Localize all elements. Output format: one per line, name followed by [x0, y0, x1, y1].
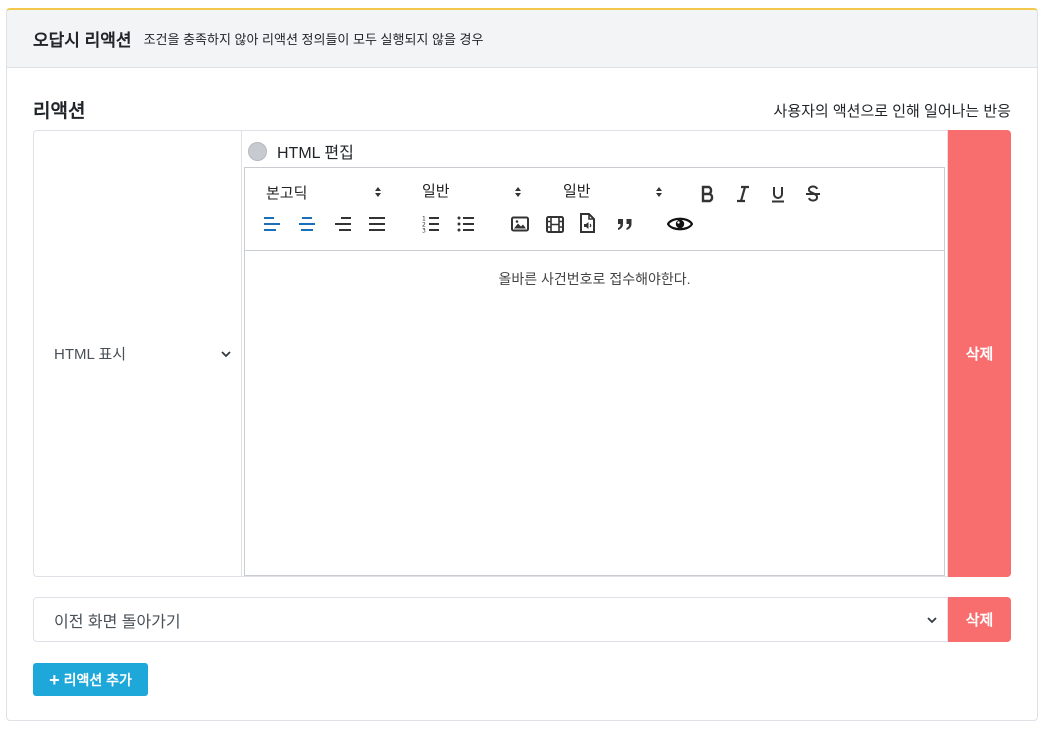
reaction-type-value: 이전 화면 돌아가기 — [54, 613, 181, 631]
underline-icon — [772, 187, 784, 203]
delete-reaction-button-1[interactable]: 삭제 — [948, 130, 1011, 577]
plus-icon: + — [49, 669, 60, 690]
editor-toolbar: 본고딕 일반 일반 1 2 3 — [245, 168, 944, 251]
align-center-icon — [299, 217, 315, 231]
bullet-list-button[interactable] — [455, 213, 477, 235]
insert-video-button[interactable] — [544, 213, 566, 235]
preview-button[interactable] — [667, 213, 693, 235]
insert-image-button[interactable] — [509, 213, 531, 235]
html-editor-column: HTML 편집 본고딕 일반 일반 1 2 3 올바른 사건번호로 접수해야한다… — [241, 130, 948, 577]
chevron-down-icon — [927, 616, 937, 623]
html-edit-toggle[interactable]: HTML 편집 — [248, 139, 354, 163]
font-size-select[interactable]: 일반 — [422, 180, 527, 201]
align-right-button[interactable] — [332, 213, 354, 235]
rich-text-editor: 본고딕 일반 일반 1 2 3 올바른 사건번호로 접수해야한다. — [244, 167, 945, 576]
reaction-row-2: 이전 화면 돌아가기 삭제 — [33, 597, 1011, 642]
quote-icon — [618, 219, 632, 230]
underline-button[interactable] — [767, 183, 789, 205]
italic-button[interactable] — [732, 183, 754, 205]
editor-content-area[interactable]: 올바른 사건번호로 접수해야한다. — [245, 251, 944, 289]
select-arrows-icon — [375, 187, 381, 197]
heading-select[interactable]: 일반 — [563, 180, 671, 201]
align-justify-icon — [369, 217, 385, 231]
section-description: 사용자의 액션으로 인해 일어나는 반응 — [773, 103, 1011, 120]
eye-icon — [667, 217, 693, 231]
card-header: 오답시 리액션 조건을 충족하지 않아 리액션 정의들이 모두 실행되지 않을 … — [7, 10, 1037, 68]
heading-value: 일반 — [563, 183, 591, 200]
reaction-row-1: HTML 표시 HTML 편집 본고딕 일반 일반 1 2 3 올바른 사건번호… — [33, 130, 1011, 577]
ordered-list-icon: 123 — [422, 216, 439, 234]
audio-file-icon — [580, 213, 595, 233]
bold-icon — [701, 185, 714, 203]
blockquote-button[interactable] — [614, 213, 636, 235]
strikethrough-icon — [806, 185, 820, 202]
bold-button[interactable] — [697, 183, 719, 205]
ordered-list-button[interactable]: 123 — [420, 213, 442, 235]
reaction-type-select-2[interactable]: 이전 화면 돌아가기 — [33, 597, 948, 642]
select-arrows-icon — [515, 187, 521, 197]
align-justify-button[interactable] — [366, 213, 388, 235]
chevron-down-icon — [221, 350, 231, 357]
strikethrough-button[interactable] — [802, 183, 824, 205]
card-title: 오답시 리액션 — [33, 31, 132, 50]
reaction-type-value: HTML 표시 — [54, 346, 127, 363]
html-edit-label: HTML 편집 — [277, 145, 354, 162]
image-icon — [511, 216, 529, 232]
select-arrows-icon — [656, 187, 662, 197]
card-subtitle: 조건을 충족하지 않아 리액션 정의들이 모두 실행되지 않을 경우 — [143, 32, 484, 47]
section-title: 리액션 — [33, 101, 86, 122]
font-family-select[interactable]: 본고딕 — [266, 182, 386, 203]
font-size-value: 일반 — [422, 183, 450, 200]
add-reaction-button[interactable]: + 리액션 추가 — [33, 663, 148, 696]
bullet-list-icon — [457, 216, 474, 232]
font-family-value: 본고딕 — [266, 185, 308, 202]
reaction-type-select-1[interactable]: HTML 표시 — [33, 130, 241, 577]
wrong-answer-reaction-card: 오답시 리액션 조건을 충족하지 않아 리액션 정의들이 모두 실행되지 않을 … — [6, 8, 1038, 721]
align-left-icon — [264, 217, 280, 231]
film-icon — [546, 215, 564, 233]
delete-reaction-button-2[interactable]: 삭제 — [948, 597, 1011, 642]
insert-audio-button[interactable] — [576, 212, 598, 234]
italic-icon — [737, 185, 749, 203]
add-reaction-label: 리액션 추가 — [63, 671, 132, 688]
svg-text:3: 3 — [422, 228, 426, 234]
html-edit-checkbox[interactable] — [248, 141, 267, 161]
editor-content-text: 올바른 사건번호로 접수해야한다. — [498, 271, 691, 287]
align-center-button[interactable] — [296, 213, 318, 235]
align-right-icon — [335, 217, 351, 231]
align-left-button[interactable] — [261, 213, 283, 235]
